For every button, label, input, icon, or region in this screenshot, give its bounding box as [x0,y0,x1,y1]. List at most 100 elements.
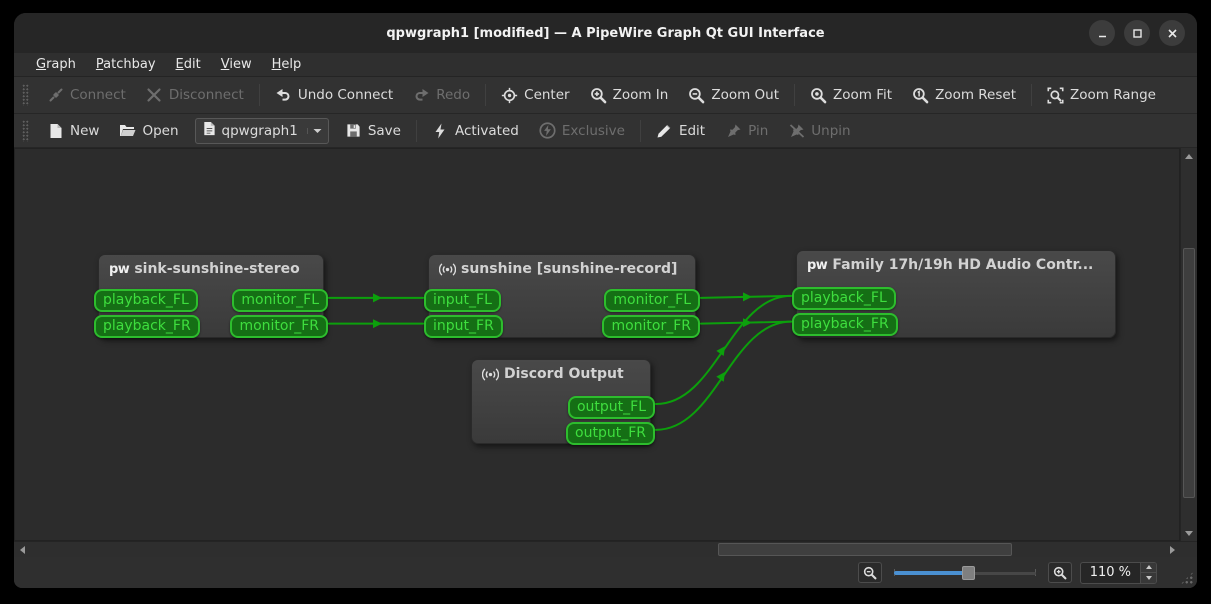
save-icon [345,122,362,139]
activated-button[interactable]: Activated [422,117,529,145]
port-playback-fr[interactable]: playback_FR [94,315,200,338]
node-title: Discord Output [472,360,650,382]
zoom-in-small-button[interactable] [1048,562,1072,583]
port-monitor-fl[interactable]: monitor_FL [232,289,328,312]
node-family-hd-audio[interactable]: pw Family 17h/19h HD Audio Contr... play… [796,250,1116,338]
arrow-right-icon [1170,546,1175,554]
zoom-range-button[interactable]: Zoom Range [1037,81,1166,109]
exclusive-icon [539,122,556,139]
zoom-slider[interactable] [890,564,1040,582]
scrollbar-corner [1180,542,1197,557]
undo-connect-button[interactable]: Undo Connect [265,81,403,109]
spin-up-button[interactable] [1141,563,1156,574]
horizontal-scrollbar[interactable] [14,541,1197,557]
spin-down-button[interactable] [1141,573,1156,583]
toolbar-drag-handle[interactable] [22,84,29,106]
window-resize-grip[interactable] [1180,571,1194,585]
port-monitor-fr[interactable]: monitor_FR [230,315,328,338]
zoom-percent-value[interactable]: 110 % [1081,563,1140,583]
window-controls [1089,20,1185,46]
zoom-slider-fill [894,571,969,575]
close-button[interactable] [1159,20,1185,46]
scroll-left-button[interactable] [14,542,30,557]
arrow-left-icon [20,546,25,554]
arrow-up-icon [1146,565,1152,569]
node-title: pw Family 17h/19h HD Audio Contr... [797,251,1115,273]
center-button[interactable]: Center [491,81,579,109]
wire-sunshine-fr-to-playback-fr [701,322,791,324]
scroll-down-button[interactable] [1181,525,1197,541]
node-sink-sunshine-stereo[interactable]: pw sink-sunshine-stereo playback_FL play… [98,254,324,338]
horizontal-scroll-track[interactable] [30,542,1164,557]
status-bar: 110 % [14,557,1197,588]
disconnect-button[interactable]: Disconnect [136,81,254,109]
open-button[interactable]: Open [109,117,188,145]
minimize-icon [1097,28,1108,39]
menu-help[interactable]: Help [262,55,312,74]
toolbar-drag-handle[interactable] [22,120,29,142]
window-title: qpwgraph1 [modified] — A PipeWire Graph … [386,26,824,41]
save-button[interactable]: Save [335,117,411,145]
unpin-button[interactable]: Unpin [778,117,860,145]
zoom-fit-button[interactable]: Zoom Fit [800,81,902,109]
zoom-percent-spinbox[interactable]: 110 % [1080,562,1157,584]
node-discord-output[interactable]: Discord Output output_FL output_FR [471,359,651,444]
node-title: pw sink-sunshine-stereo [99,255,323,277]
patchbay-select-dropdown[interactable]: qpwgraph1 [195,118,329,144]
stream-icon [439,262,456,277]
port-playback-fr[interactable]: playback_FR [792,313,898,336]
toolbar-separator [485,84,486,106]
port-output-fr[interactable]: output_FR [566,422,655,445]
menu-view[interactable]: View [211,55,262,74]
scroll-up-button[interactable] [1181,148,1197,164]
arrow-down-icon [1185,531,1193,536]
edit-button[interactable]: Edit [646,117,715,145]
scroll-right-button[interactable] [1164,542,1180,557]
menu-graph[interactable]: Graph [26,55,86,74]
zoom-reset-button[interactable]: Zoom Reset [902,81,1026,109]
zoom-in-icon [590,87,607,104]
zoom-out-small-button[interactable] [858,562,882,583]
menu-patchbay[interactable]: Patchbay [86,55,166,74]
zoom-range-icon [1047,87,1064,104]
port-playback-fl[interactable]: playback_FL [792,287,896,310]
zoom-in-button[interactable]: Zoom In [580,81,679,109]
port-monitor-fl[interactable]: monitor_FL [604,289,700,312]
wire-sunshine-fl-to-playback-fl [701,296,791,298]
disconnect-icon [146,87,163,104]
port-input-fl[interactable]: input_FL [424,289,501,312]
toolbar-separator [416,120,417,142]
title-bar[interactable]: qpwgraph1 [modified] — A PipeWire Graph … [14,13,1197,53]
horizontal-scroll-thumb[interactable] [718,543,1012,556]
arrow-up-icon [1185,154,1193,159]
port-monitor-fr[interactable]: monitor_FR [602,315,700,338]
vertical-scroll-track[interactable] [1181,164,1197,525]
pin-button[interactable]: Pin [715,117,778,145]
arrow-down-icon [1146,576,1152,580]
port-playback-fl[interactable]: playback_FL [94,289,198,312]
zoom-out-icon [688,87,705,104]
port-output-fl[interactable]: output_FL [568,396,655,419]
menu-edit[interactable]: Edit [166,55,211,74]
exclusive-button[interactable]: Exclusive [529,117,635,145]
chevron-down-icon [307,128,322,134]
port-input-fr[interactable]: input_FR [424,315,503,338]
zoom-out-button[interactable]: Zoom Out [678,81,789,109]
toolbar-separator [794,84,795,106]
main-toolbar: Connect Disconnect Undo Connect Redo Cen… [14,77,1197,114]
new-file-icon [47,122,64,139]
zoom-slider-handle[interactable] [962,566,975,580]
pipewire-icon: pw [807,258,827,273]
stream-icon [482,367,499,382]
graph-canvas[interactable]: pw sink-sunshine-stereo playback_FL play… [14,148,1180,541]
connect-button[interactable]: Connect [37,81,136,109]
redo-button[interactable]: Redo [403,81,480,109]
minimize-button[interactable] [1089,20,1115,46]
new-button[interactable]: New [37,117,109,145]
node-sunshine-record[interactable]: sunshine [sunshine-record] input_FL inpu… [428,254,696,338]
vertical-scrollbar[interactable] [1180,148,1197,541]
close-icon [1167,28,1178,39]
undo-icon [275,87,292,104]
maximize-button[interactable] [1124,20,1150,46]
vertical-scroll-thumb[interactable] [1183,248,1195,498]
